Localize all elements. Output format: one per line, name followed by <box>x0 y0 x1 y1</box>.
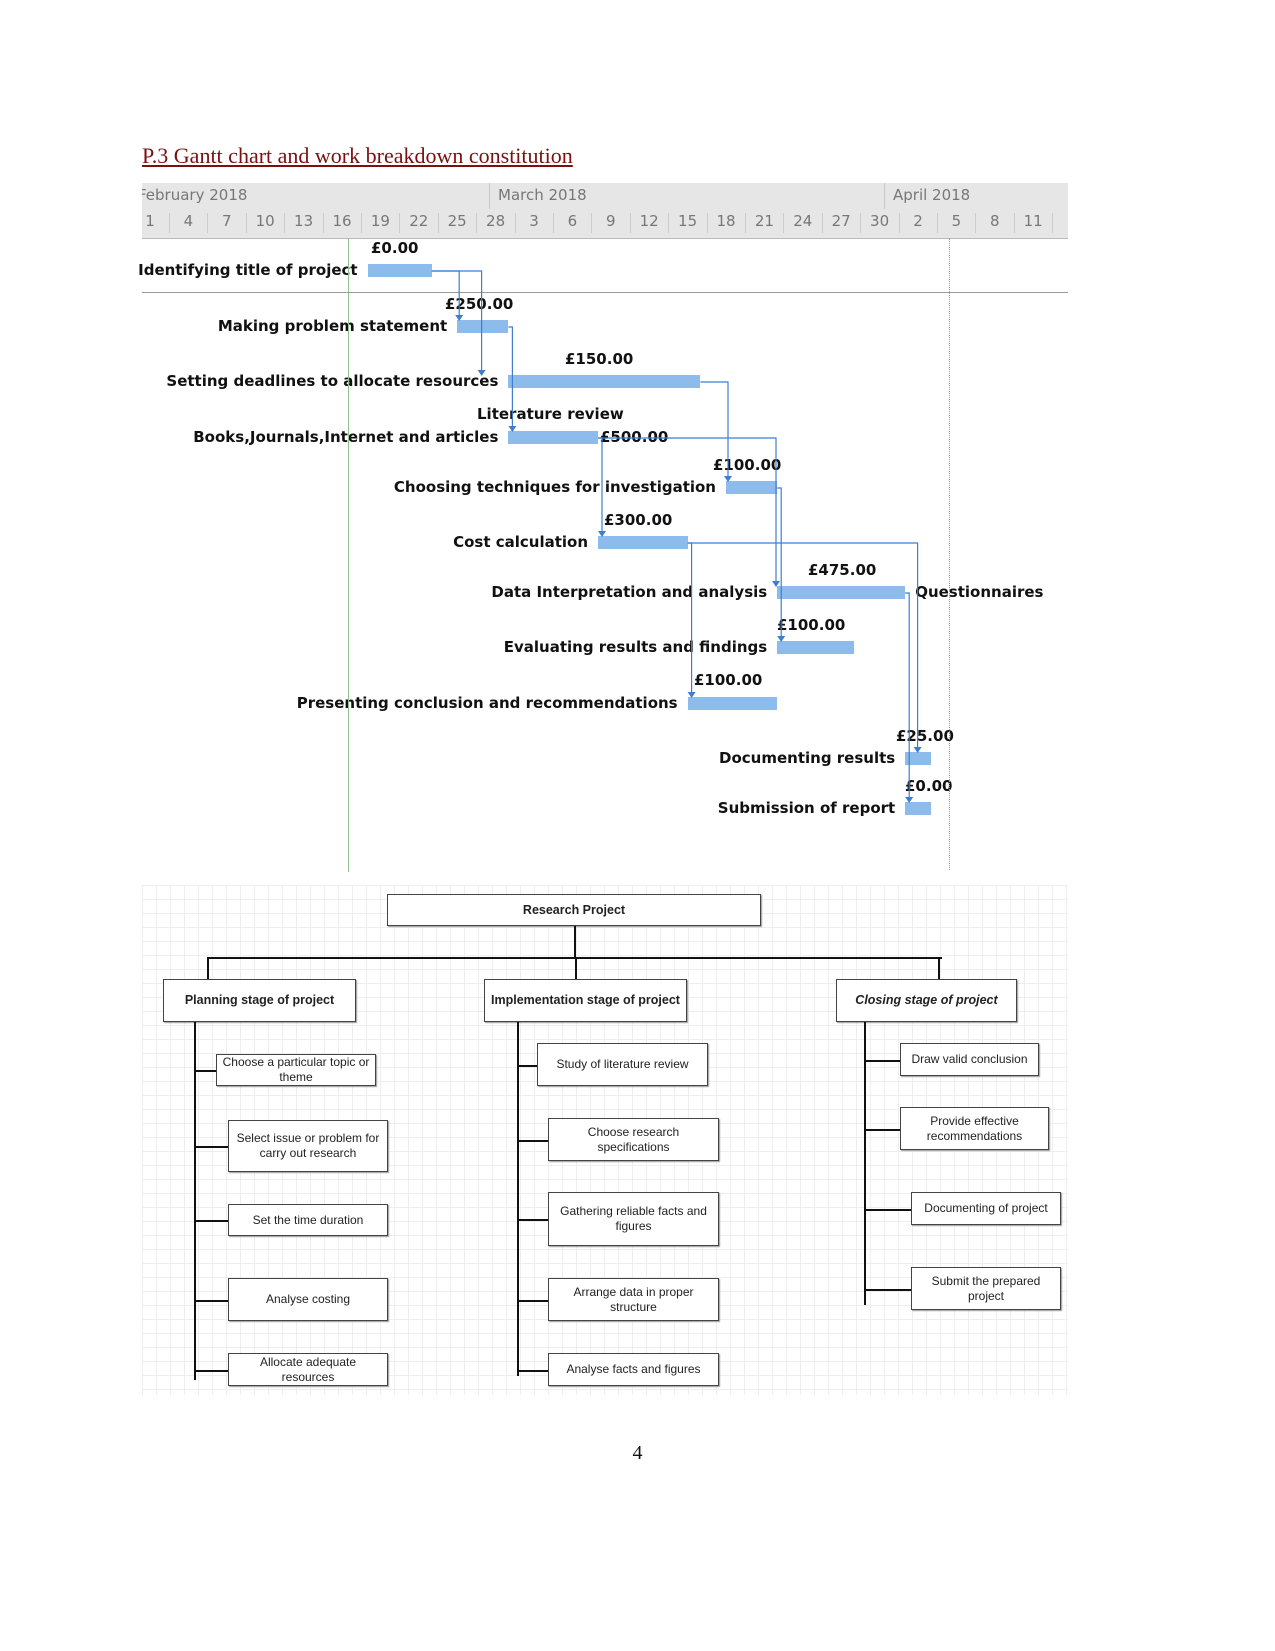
connector-line <box>194 1022 196 1380</box>
dependency-link <box>687 542 693 695</box>
wbs-task-box: Submit the prepared project <box>911 1267 1061 1310</box>
wbs-stage-box: Planning stage of project <box>163 979 356 1022</box>
wbs-stage-box: Closing stage of project <box>836 979 1017 1022</box>
dependency-link <box>431 270 483 373</box>
wbs-task-box: Select issue or problem for carry out re… <box>228 1120 388 1172</box>
wbs-stage-box: Implementation stage of project <box>484 979 687 1022</box>
dependency-links <box>431 270 922 803</box>
link-arrow-icon <box>905 797 914 803</box>
work-breakdown-structure: Research Project Planning stage of projec… <box>142 885 1068 1395</box>
dependency-link <box>431 270 460 318</box>
wbs-task-box: Choose a particular topic or theme <box>216 1054 376 1086</box>
wbs-task-box: Analyse costing <box>228 1278 388 1321</box>
branch-line <box>517 1139 548 1142</box>
wbs-task-box: Study of literature review <box>537 1043 708 1086</box>
branch-line <box>517 1064 537 1067</box>
dependency-link <box>598 437 603 534</box>
page-number: 4 <box>632 1442 643 1464</box>
branch-line <box>517 1369 548 1372</box>
branch-line <box>194 1369 228 1372</box>
link-arrow-icon <box>598 531 606 537</box>
link-arrow-icon <box>913 747 922 753</box>
wbs-task-box: Arrange data in proper structure <box>548 1278 719 1321</box>
branch-line <box>194 1146 228 1148</box>
wbs-task-box: Allocate adequate resources <box>228 1353 388 1386</box>
connector-line <box>938 957 940 979</box>
wbs-task-box: Gathering reliable facts and figures <box>548 1192 719 1246</box>
link-arrow-icon <box>455 315 464 321</box>
branch-line <box>864 1128 900 1131</box>
document-page: P.3 Gantt chart and work breakdown const… <box>0 0 1275 1651</box>
link-arrow-icon <box>687 692 696 698</box>
wbs-task-box: Set the time duration <box>228 1204 388 1236</box>
wbs-task-box: Documenting of project <box>911 1192 1061 1225</box>
dependency-link <box>777 487 782 639</box>
branch-line <box>194 1220 228 1222</box>
branch-line <box>864 1059 900 1062</box>
dependency-link <box>700 381 729 479</box>
branch-line <box>194 1070 216 1072</box>
dependency-link <box>508 326 513 429</box>
dependency-link <box>598 437 777 584</box>
branch-line <box>864 1208 911 1211</box>
wbs-task-box: Draw valid conclusion <box>900 1043 1039 1076</box>
wbs-task-box: Choose research specifications <box>548 1118 719 1161</box>
connector-line <box>574 926 576 958</box>
link-arrow-icon <box>508 426 517 432</box>
branch-line <box>517 1219 548 1221</box>
connector-line <box>575 957 577 979</box>
link-arrow-icon <box>477 370 486 376</box>
dependency-link <box>687 542 919 750</box>
branch-line <box>517 1299 548 1302</box>
branch-line <box>194 1299 228 1302</box>
wbs-task-box: Provide effective recommendations <box>900 1107 1049 1150</box>
link-arrow-icon <box>777 636 786 642</box>
wbs-task-box: Analyse facts and figures <box>548 1353 719 1386</box>
dependency-link <box>905 592 910 800</box>
connector-line <box>517 1022 519 1376</box>
connector-line <box>207 957 209 979</box>
branch-line <box>864 1288 911 1291</box>
link-arrow-icon <box>772 581 780 587</box>
connector-line <box>864 1022 866 1305</box>
link-arrow-icon <box>724 476 732 482</box>
